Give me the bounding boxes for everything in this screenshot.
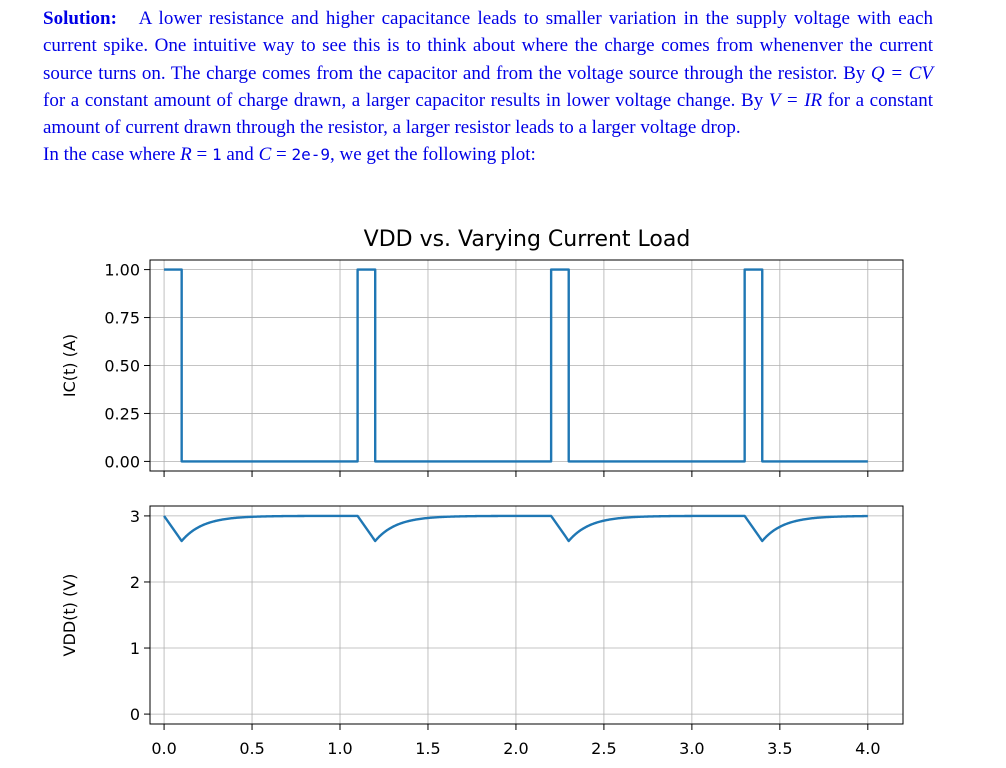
voltage-xtick-label: 2.0 xyxy=(503,739,528,758)
chart-title: VDD vs. Varying Current Load xyxy=(364,227,691,252)
voltage-xtick-label: 1.0 xyxy=(327,739,352,758)
voltage-ylabel: VDD(t) (V) xyxy=(60,574,79,657)
voltage-ytick-label: 0 xyxy=(130,705,140,724)
voltage-xtick-label: 4.0 xyxy=(855,739,880,758)
voltage-xtick-label: 1.5 xyxy=(415,739,440,758)
current-ytick-label: 1.00 xyxy=(104,261,140,280)
current-ytick-label: 0.25 xyxy=(104,404,140,423)
current-subplot: 0.00 0.25 0.50 0.75 1.00 IC(t) (A) xyxy=(60,259,904,477)
voltage-xtick-label: 2.5 xyxy=(591,739,616,758)
current-ytick-label: 0.75 xyxy=(104,309,140,328)
voltage-xtick-label: 0.0 xyxy=(151,739,176,758)
voltage-axes-frame xyxy=(149,505,904,725)
current-ylabel: IC(t) (A) xyxy=(60,334,79,397)
voltage-ytick-label: 3 xyxy=(130,507,140,526)
voltage-ytick-label: 1 xyxy=(130,639,140,658)
current-ytick-label: 0.00 xyxy=(104,452,140,471)
voltage-xtick-label: 3.0 xyxy=(679,739,704,758)
vdd-figure: VDD vs. Varying Current Load 0.000.250.5… xyxy=(60,227,904,758)
voltage-xtick-label: 0.5 xyxy=(239,739,264,758)
current-ytick-label: 0.50 xyxy=(104,357,140,376)
voltage-subplot: 0 1 2 3 0.0 0.5 1.0 1.5 2.0 2.5 3.0 3.5 4.0 VDD(t) (V… xyxy=(60,505,904,758)
voltage-ytick-label: 2 xyxy=(130,573,140,592)
voltage-xtick-label: 3.5 xyxy=(767,739,792,758)
